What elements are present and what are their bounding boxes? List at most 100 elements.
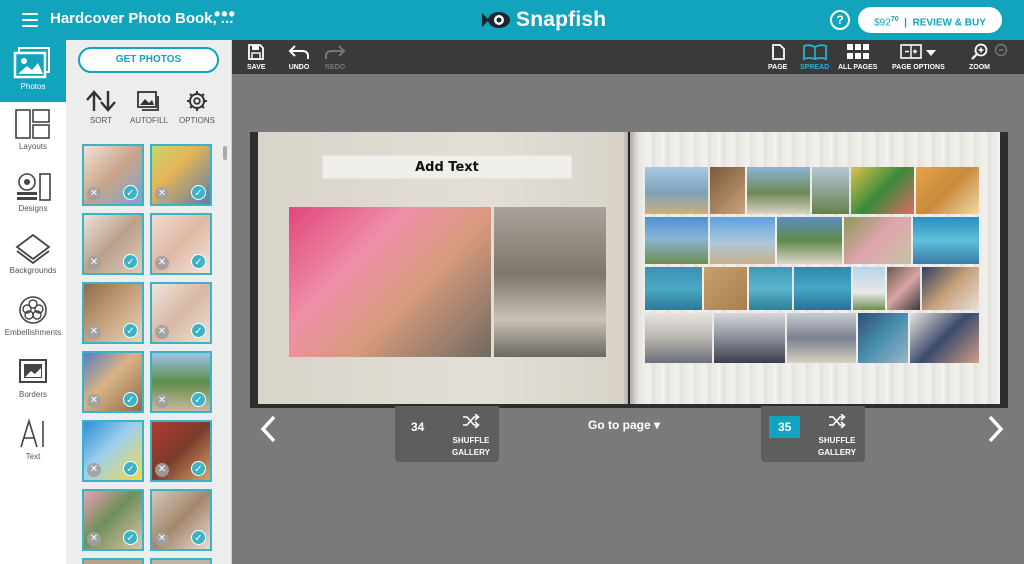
all-pages-view-button[interactable]: ALL PAGES bbox=[838, 43, 877, 71]
used-check-icon: ✓ bbox=[191, 461, 206, 476]
page-photo[interactable] bbox=[887, 267, 920, 310]
rail-item-embellishments[interactable]: Embellishments bbox=[0, 288, 66, 350]
shuffle-icon bbox=[463, 413, 480, 429]
remove-photo-icon[interactable]: ✕ bbox=[87, 394, 101, 408]
thumbnail-scrollbar[interactable] bbox=[222, 144, 228, 564]
previous-spread-button[interactable] bbox=[257, 412, 281, 446]
page-photo[interactable] bbox=[645, 167, 708, 214]
get-photos-button[interactable]: GET PHOTOS bbox=[78, 47, 219, 73]
photo-thumbnail[interactable]: ✕ ✓ bbox=[82, 282, 144, 344]
page-icon bbox=[771, 44, 785, 60]
save-icon bbox=[248, 44, 265, 60]
remove-photo-icon[interactable]: ✕ bbox=[87, 325, 101, 339]
sort-button[interactable]: SORT bbox=[76, 90, 126, 125]
photo-thumbnail[interactable]: ✕ ✓ bbox=[82, 351, 144, 413]
photo-thumbnail[interactable] bbox=[82, 558, 144, 564]
photo-thumbnail[interactable]: ✕ ✓ bbox=[82, 420, 144, 482]
rail-item-designs[interactable]: Designs bbox=[0, 164, 66, 226]
more-options-button[interactable]: ••• bbox=[214, 4, 236, 25]
page-photo[interactable] bbox=[749, 267, 792, 310]
photo-thumbnail[interactable]: ✕ ✓ bbox=[82, 489, 144, 551]
page-photo[interactable] bbox=[704, 267, 747, 310]
remove-photo-icon[interactable]: ✕ bbox=[87, 463, 101, 477]
page-photo[interactable] bbox=[794, 267, 851, 310]
page-photo[interactable] bbox=[853, 267, 885, 310]
remove-photo-icon[interactable]: ✕ bbox=[87, 256, 101, 270]
rail-item-backgrounds[interactable]: Backgrounds bbox=[0, 226, 66, 288]
page-photo[interactable] bbox=[289, 207, 491, 357]
redo-button[interactable]: REDO bbox=[324, 43, 346, 71]
chevron-down-icon: ▾ bbox=[654, 418, 661, 432]
page-photo[interactable] bbox=[812, 167, 849, 214]
zoom-out-icon bbox=[994, 43, 1008, 57]
remove-photo-icon[interactable]: ✕ bbox=[155, 325, 169, 339]
zoom-in-button[interactable]: ZOOM bbox=[969, 43, 990, 71]
page-photo[interactable] bbox=[747, 167, 810, 214]
rail-item-label: Layouts bbox=[18, 142, 48, 151]
page-photo[interactable] bbox=[910, 313, 979, 363]
page-photo[interactable] bbox=[787, 313, 856, 363]
rail-item-label: Photos bbox=[20, 82, 46, 91]
rail-item-text[interactable]: Text bbox=[0, 412, 66, 474]
shuffle-gallery-button[interactable]: SHUFFLE GALLERY bbox=[817, 413, 857, 459]
photo-thumbnail[interactable]: ✕ ✓ bbox=[82, 213, 144, 275]
page-photo[interactable] bbox=[645, 313, 712, 363]
rail-item-layouts[interactable]: Layouts bbox=[0, 102, 66, 164]
page-photo[interactable] bbox=[645, 217, 708, 264]
page-photo[interactable] bbox=[645, 267, 702, 310]
spread-view-button[interactable]: SPREAD bbox=[800, 43, 829, 71]
thumbnail-scrollbar-thumb[interactable] bbox=[223, 146, 227, 160]
page-photo[interactable] bbox=[913, 217, 979, 264]
remove-photo-icon[interactable]: ✕ bbox=[155, 256, 169, 270]
page-photo[interactable] bbox=[777, 217, 842, 264]
photo-thumbnail[interactable]: ✕ ✓ bbox=[150, 282, 212, 344]
page-photo[interactable] bbox=[851, 167, 914, 214]
save-button[interactable]: SAVE bbox=[247, 43, 266, 71]
menu-icon[interactable] bbox=[22, 13, 38, 27]
page-photo[interactable] bbox=[858, 313, 908, 363]
page-photo[interactable] bbox=[844, 217, 911, 264]
backgrounds-icon bbox=[15, 233, 51, 264]
photo-thumbnail[interactable]: ✕ ✓ bbox=[150, 351, 212, 413]
photo-thumbnail[interactable]: ✕ ✓ bbox=[82, 144, 144, 206]
review-and-buy-button[interactable]: $9270 | REVIEW & BUY bbox=[858, 7, 1002, 33]
page-photo[interactable] bbox=[714, 313, 785, 363]
page-options-button[interactable]: PAGE OPTIONS bbox=[892, 43, 945, 71]
rail-item-label: Text bbox=[25, 452, 41, 461]
remove-photo-icon[interactable]: ✕ bbox=[155, 187, 169, 201]
editor-toolbar: SAVE UNDO REDO PAGE SPREAD ALL PAGES PAG… bbox=[232, 40, 1024, 74]
rail-item-photos[interactable]: Photos bbox=[0, 40, 66, 102]
autofill-button[interactable]: AUTOFILL bbox=[124, 90, 174, 125]
page-view-button[interactable]: PAGE bbox=[768, 43, 787, 71]
rail-item-borders[interactable]: Borders bbox=[0, 350, 66, 412]
photo-thumbnail[interactable]: ✕ ✓ bbox=[150, 213, 212, 275]
zoom-out-button[interactable] bbox=[994, 43, 1008, 57]
undo-button[interactable]: UNDO bbox=[288, 43, 310, 71]
right-page-card[interactable]: 35 SHUFFLE GALLERY bbox=[761, 406, 865, 462]
left-page-card[interactable]: 34 SHUFFLE GALLERY bbox=[395, 406, 499, 462]
used-check-icon: ✓ bbox=[123, 461, 138, 476]
logo[interactable]: Snapfish bbox=[480, 6, 606, 34]
photo-thumbnail[interactable] bbox=[150, 558, 212, 564]
photo-thumbnail[interactable]: ✕ ✓ bbox=[150, 489, 212, 551]
next-spread-button[interactable] bbox=[983, 412, 1007, 446]
project-title[interactable]: Hardcover Photo Book, ... bbox=[50, 10, 233, 27]
remove-photo-icon[interactable]: ✕ bbox=[87, 187, 101, 201]
help-button[interactable]: ? bbox=[830, 10, 850, 30]
page-photo[interactable] bbox=[916, 167, 979, 214]
photo-thumbnail[interactable]: ✕ ✓ bbox=[150, 144, 212, 206]
go-to-page-dropdown[interactable]: Go to page ▾ bbox=[588, 418, 660, 432]
page-photo[interactable] bbox=[710, 217, 775, 264]
remove-photo-icon[interactable]: ✕ bbox=[155, 394, 169, 408]
options-button[interactable]: OPTIONS bbox=[172, 90, 222, 125]
page-photo[interactable] bbox=[494, 207, 606, 357]
used-check-icon: ✓ bbox=[123, 323, 138, 338]
page-photo[interactable] bbox=[710, 167, 745, 214]
photo-thumbnail[interactable]: ✕ ✓ bbox=[150, 420, 212, 482]
add-text-box[interactable]: Add Text bbox=[322, 155, 572, 179]
remove-photo-icon[interactable]: ✕ bbox=[155, 532, 169, 546]
remove-photo-icon[interactable]: ✕ bbox=[155, 463, 169, 477]
remove-photo-icon[interactable]: ✕ bbox=[87, 532, 101, 546]
shuffle-gallery-button[interactable]: SHUFFLE GALLERY bbox=[451, 413, 491, 459]
page-photo[interactable] bbox=[922, 267, 979, 310]
